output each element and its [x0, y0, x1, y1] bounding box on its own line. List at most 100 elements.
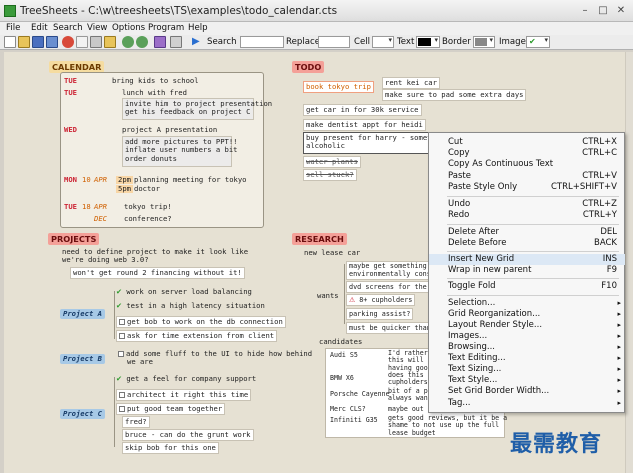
open-icon[interactable] [18, 36, 30, 48]
search-input[interactable] [240, 36, 284, 48]
cal-item[interactable]: project A presentation [122, 125, 217, 134]
cal-day[interactable]: TUE [64, 88, 77, 97]
replace-input[interactable] [318, 36, 350, 48]
cal-day[interactable]: TUE [64, 202, 77, 211]
cal-day[interactable]: MON [64, 175, 77, 184]
copy-icon[interactable] [76, 36, 88, 48]
todo-item-done[interactable]: water plants [303, 156, 361, 169]
cal-day[interactable]: WED [64, 125, 77, 134]
task-subitem[interactable]: bruce - can do the grunt work [122, 429, 254, 442]
menu-view[interactable]: View [87, 22, 107, 35]
candidate-name[interactable]: Porsche Cayenne [330, 390, 390, 398]
ctx-tag[interactable]: Tag... ▸ [429, 398, 625, 409]
cal-item[interactable]: get his feedback on project C [125, 107, 251, 116]
print-icon[interactable] [170, 36, 182, 48]
ctx-cut[interactable]: Cut CTRL+X [429, 137, 625, 148]
close-button[interactable]: ✕ [614, 4, 628, 18]
ctx-text-style[interactable]: Text Style... ▸ [429, 375, 625, 386]
todo-item[interactable]: make dentist appt for heidi [303, 119, 426, 132]
save-icon[interactable] [32, 36, 44, 48]
research-candidates-label[interactable]: candidates [319, 337, 362, 346]
ctx-set-grid-border-width[interactable]: Set Grid Border Width... ▸ [429, 386, 625, 397]
minimize-button[interactable]: – [578, 4, 592, 18]
project-b-label[interactable]: Project B [60, 354, 105, 364]
border-color-dropdown[interactable] [473, 36, 495, 48]
ctx-delete-after[interactable]: Delete After DEL [429, 227, 625, 238]
task-subitem[interactable]: fred? [122, 416, 150, 429]
ctx-copy[interactable]: Copy CTRL+C [429, 148, 625, 159]
project-c-label[interactable]: Project C [60, 409, 105, 419]
image-dropdown[interactable]: ✔ [526, 36, 550, 48]
ctx-images[interactable]: Images... ▸ [429, 331, 625, 342]
cal-num[interactable]: 10 [82, 175, 91, 184]
zoom-in-icon[interactable] [122, 36, 134, 48]
checkbox-icon[interactable] [118, 351, 124, 357]
ctx-text-editing[interactable]: Text Editing... ▸ [429, 353, 625, 364]
research-lease[interactable]: new lease car [304, 248, 360, 257]
cal-num[interactable]: 18 [82, 202, 91, 211]
cal-item[interactable]: lunch with fred [122, 88, 187, 97]
todo-item[interactable]: rent kei car [382, 77, 440, 90]
save-as-icon[interactable] [46, 36, 58, 48]
cal-day[interactable]: TUE [64, 76, 77, 85]
toggle-icon[interactable] [154, 36, 166, 48]
todo-header[interactable]: TODO [292, 61, 325, 73]
todo-item[interactable]: book tokyo trip [303, 81, 374, 94]
maximize-button[interactable]: □ [596, 4, 610, 18]
todo-item-done[interactable]: sell stuck? [303, 169, 357, 182]
ctx-wrap-parent[interactable]: Wrap in new parent F9 [429, 265, 625, 276]
new-icon[interactable] [4, 36, 16, 48]
want-item[interactable]: parking assist? [346, 308, 414, 321]
checkbox-icon[interactable] [119, 333, 125, 339]
text-color-dropdown[interactable] [416, 36, 440, 48]
zoom-out-icon[interactable] [136, 36, 148, 48]
cal-month[interactable]: APR [94, 175, 107, 184]
projects-intro-note[interactable]: won't get round 2 financing without it! [70, 267, 245, 280]
cut-icon[interactable] [90, 36, 102, 48]
ctx-undo[interactable]: Undo CTRL+Z [429, 199, 625, 210]
projects-intro[interactable]: we're doing web 3.0? [62, 255, 149, 264]
cal-item[interactable]: doctor [134, 184, 160, 193]
cal-month[interactable]: DEC [94, 214, 107, 223]
candidate-note[interactable]: maybe out o [388, 405, 432, 413]
ctx-insert-new-grid[interactable]: Insert New Grid INS [429, 254, 625, 265]
cal-time[interactable]: 5pm [116, 184, 133, 194]
task-subitem[interactable]: skip bob for this one [122, 442, 219, 455]
checkbox-icon[interactable] [119, 392, 125, 398]
ctx-delete-before[interactable]: Delete Before BACK [429, 238, 625, 249]
ctx-redo[interactable]: Redo CTRL+Y [429, 210, 625, 221]
play-icon[interactable]: ▶ [192, 36, 200, 48]
ctx-layout-render-style[interactable]: Layout Render Style... ▸ [429, 320, 625, 331]
cal-item[interactable]: conference? [124, 214, 172, 223]
candidate-name[interactable]: BMW X6 [330, 374, 354, 382]
research-header[interactable]: RESEARCH [292, 233, 347, 245]
ctx-paste[interactable]: Paste CTRL+V [429, 171, 625, 182]
cal-item[interactable]: order donuts [125, 154, 229, 163]
ctx-text-sizing[interactable]: Text Sizing... ▸ [429, 364, 625, 375]
project-a-label[interactable]: Project A [60, 309, 105, 319]
menu-options[interactable]: Options [112, 22, 145, 35]
ctx-paste-style[interactable]: Paste Style Only CTRL+SHIFT+V [429, 182, 625, 193]
research-wants-label[interactable]: wants [317, 291, 339, 300]
undo-icon[interactable] [62, 36, 74, 48]
todo-item[interactable]: make sure to pad some extra days [382, 89, 527, 102]
menu-help[interactable]: Help [188, 22, 208, 35]
checkbox-icon[interactable] [119, 406, 125, 412]
todo-item[interactable]: get car in for 30k service [303, 104, 422, 117]
ctx-toggle-fold[interactable]: Toggle Fold F10 [429, 281, 625, 292]
candidate-name[interactable]: Merc CLS? [330, 405, 366, 413]
ctx-grid-reorganization[interactable]: Grid Reorganization... ▸ [429, 309, 625, 320]
menu-file[interactable]: File [6, 22, 20, 35]
cal-month[interactable]: APR [94, 202, 107, 211]
ctx-copy-continuous[interactable]: Copy As Continuous Text [429, 159, 625, 170]
vertical-scrollbar[interactable] [625, 52, 633, 473]
candidate-name[interactable]: Infiniti G35 [330, 416, 378, 424]
paste-icon[interactable] [104, 36, 116, 48]
ctx-selection[interactable]: Selection... ▸ [429, 298, 625, 309]
candidate-name[interactable]: Audi S5 [330, 351, 358, 359]
cal-item[interactable]: bring kids to school [112, 76, 199, 85]
projects-header[interactable]: PROJECTS [48, 233, 100, 245]
cal-item[interactable]: tokyo trip! [124, 202, 172, 211]
cell-color-dropdown[interactable] [372, 36, 394, 48]
checkbox-icon[interactable] [119, 319, 125, 325]
